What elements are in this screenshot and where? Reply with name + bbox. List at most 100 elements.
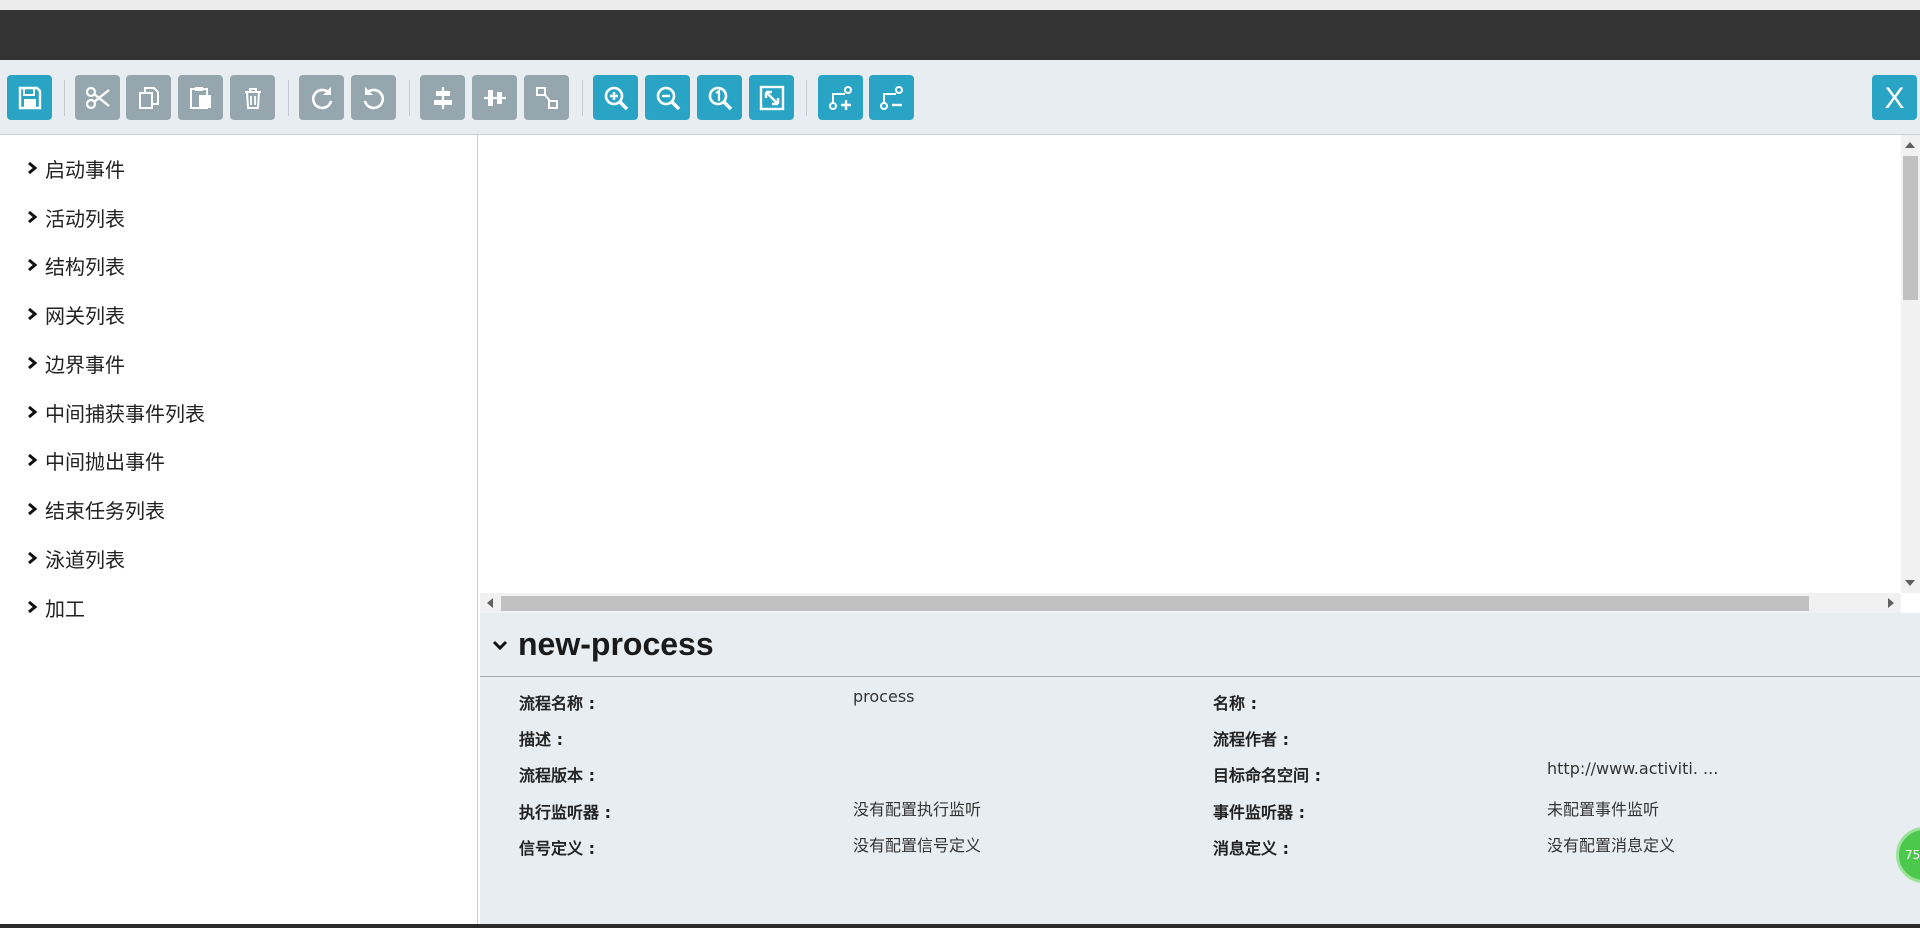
sidebar-item-activities[interactable]: 活动列表 [25,202,125,232]
target-namespace-value[interactable]: http://www.activiti. ... [1547,759,1718,778]
chevron-right-icon [28,551,38,565]
sidebar-item-label: 加工 [45,596,85,621]
sidebar-item-intermediate-catch-events[interactable]: 中间捕获事件列表 [25,397,205,427]
chevron-right-icon [28,405,38,419]
chevron-right-icon [28,502,38,516]
copy-icon [138,86,159,109]
zoom-in-icon [604,86,628,110]
sidebar-item-label: 中间捕获事件列表 [45,401,205,426]
chevron-right-icon [28,258,38,272]
sidebar-item-label: 网关列表 [45,303,125,328]
align-vertical-button[interactable] [472,75,517,120]
sidebar-item-start-events[interactable]: 启动事件 [25,153,125,183]
undo-button[interactable] [351,75,396,120]
sidebar-item-boundary-events[interactable]: 边界事件 [25,348,125,378]
toolbar-separator [64,80,65,116]
cut-icon [85,86,110,109]
zoom-actual-button[interactable] [697,75,742,120]
sidebar-item-label: 结束任务列表 [45,498,165,523]
save-icon [18,86,41,109]
diagram-canvas[interactable] [480,135,1920,613]
editor-toolbar: X [0,60,1920,135]
redo-icon [311,86,332,109]
description-label: 描述 : [519,730,563,749]
toolbar-separator [806,80,807,116]
close-button[interactable]: X [1872,75,1917,120]
event-listeners-label: 事件监听器 : [1213,803,1305,822]
chevron-right-icon [28,161,38,175]
sidebar-item-label: 启动事件 [45,157,125,182]
sidebar-item-label: 泳道列表 [45,547,125,572]
zoom-fit-icon [759,85,784,110]
paste-icon [189,86,211,109]
zoom-in-button[interactable] [593,75,638,120]
message-definitions-value[interactable]: 没有配置消息定义 [1547,832,1675,856]
app-header-bar [0,10,1920,60]
zoom-actual-icon [708,86,732,110]
message-definitions-label: 消息定义 : [1213,839,1289,858]
chevron-right-icon [28,356,38,370]
scrollbar-thumb[interactable] [1903,156,1918,300]
copy-button[interactable] [126,75,171,120]
align-vertical-icon [483,89,506,106]
signal-definitions-label: 信号定义 : [519,839,595,858]
sidebar-item-structures[interactable]: 结构列表 [25,250,125,280]
scroll-right-arrow-icon[interactable] [1888,598,1894,608]
delete-button[interactable] [230,75,275,120]
name-label: 名称 : [1213,694,1257,713]
canvas-vertical-scrollbar[interactable] [1901,135,1920,593]
process-name-value[interactable]: process [853,687,914,706]
sidebar-item-label: 中间抛出事件 [45,449,165,474]
sidebar-item-gateways[interactable]: 网关列表 [25,299,125,329]
redo-button[interactable] [299,75,344,120]
scroll-left-arrow-icon[interactable] [487,598,493,608]
sidebar-item-label: 结构列表 [45,254,125,279]
canvas-horizontal-scrollbar[interactable] [480,593,1901,613]
sidebar-item-end-events[interactable]: 结束任务列表 [25,494,165,524]
chevron-right-icon [28,307,38,321]
chevron-right-icon [28,600,38,614]
chevron-right-icon [28,210,38,224]
properties-title: new-process [518,626,714,662]
signal-definitions-value[interactable]: 没有配置信号定义 [853,832,981,856]
add-bendpoint-icon [828,85,852,110]
properties-panel: new-process 流程名称 : process 名称 : 描述 : 流程作… [480,613,1920,928]
remove-bendpoint-button[interactable] [869,75,914,120]
zoom-out-icon [656,86,680,110]
scroll-up-arrow-icon[interactable] [1905,142,1915,148]
scroll-down-arrow-icon[interactable] [1905,580,1915,586]
sidebar-item-label: 活动列表 [45,206,125,231]
scrollbar-thumb[interactable] [501,596,1809,611]
paste-button[interactable] [178,75,223,120]
toolbar-separator [582,80,583,116]
same-size-button[interactable] [524,75,569,120]
process-version-label: 流程版本 : [519,766,595,785]
cut-button[interactable] [75,75,120,120]
execution-listeners-label: 执行监听器 : [519,803,611,822]
toolbar-separator [288,80,289,116]
delete-icon [244,87,261,109]
zoom-out-button[interactable] [645,75,690,120]
execution-listeners-value[interactable]: 没有配置执行监听 [853,796,981,820]
target-namespace-label: 目标命名空间 : [1213,766,1321,785]
chevron-right-icon [28,453,38,467]
process-author-label: 流程作者 : [1213,730,1289,749]
toolbar-separator [409,80,410,116]
chevron-down-icon[interactable] [492,637,508,653]
undo-icon [363,86,384,109]
sidebar-item-processing[interactable]: 加工 [25,592,85,622]
sidebar-item-intermediate-throw-events[interactable]: 中间抛出事件 [25,445,165,475]
remove-bendpoint-icon [879,85,903,110]
save-button[interactable] [7,75,52,120]
same-size-icon [535,86,558,109]
sidebar-item-swimlanes[interactable]: 泳道列表 [25,543,125,573]
add-bendpoint-button[interactable] [818,75,863,120]
sidebar-item-label: 边界事件 [45,352,125,377]
zoom-fit-button[interactable] [749,75,794,120]
align-horizontal-icon [433,86,452,109]
process-name-label: 流程名称 : [519,694,595,713]
align-horizontal-button[interactable] [420,75,465,120]
event-listeners-value[interactable]: 未配置事件监听 [1547,796,1659,820]
properties-header[interactable]: new-process [480,613,1920,677]
palette-sidebar: 启动事件 活动列表 结构列表 网关列表 边界事件 中间捕获事件列表 中间抛出事件… [0,135,478,928]
